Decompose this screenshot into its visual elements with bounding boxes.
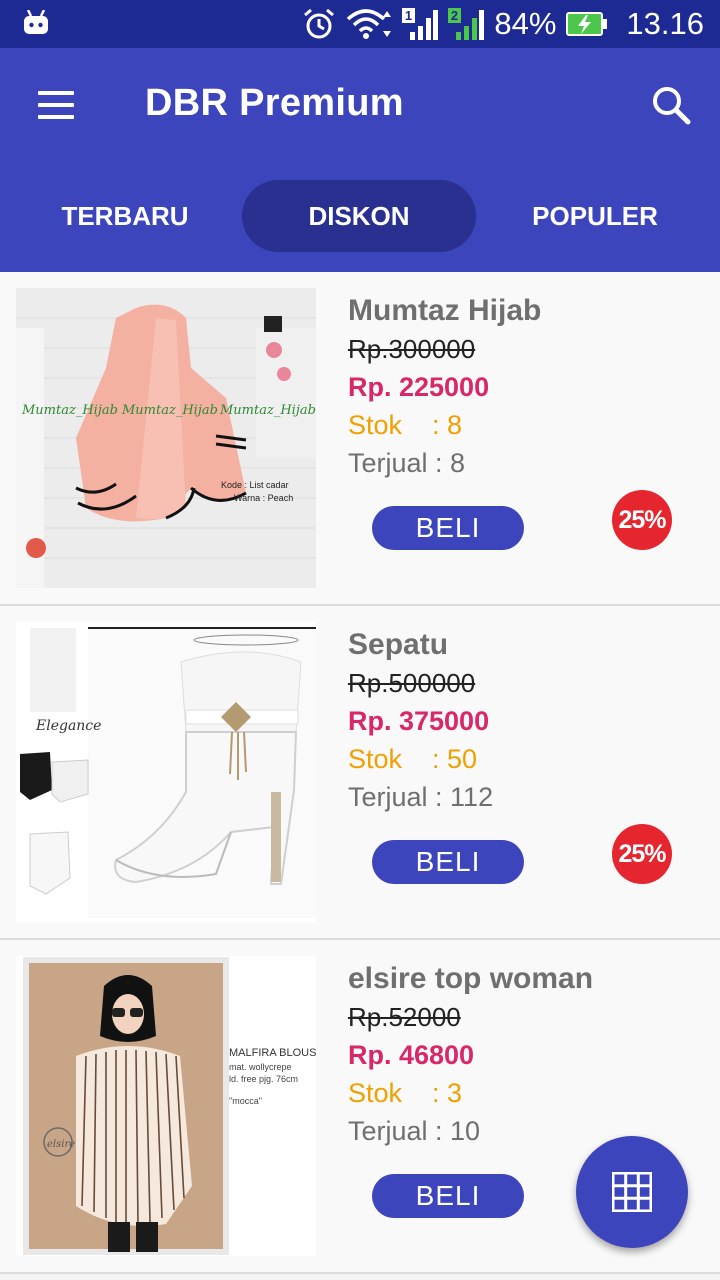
product-image[interactable]: elsire MALFIRA BLOUSE mat. wollycrepe ld… (16, 956, 316, 1256)
product-card[interactable]: Elegance Sepatu Rp.500000 Rp. 375000 Sto… (0, 606, 720, 940)
image-code-text: Kode : List cadar (221, 480, 289, 490)
product-info: Sepatu Rp.500000 Rp. 375000 Stok : 50 Te… (348, 626, 493, 816)
image-size-text: ld. free pjg. 76cm (229, 1074, 298, 1084)
product-info: Mumtaz Hijab Rp.300000 Rp. 225000 Stok :… (348, 292, 541, 482)
grid-icon (612, 1172, 652, 1212)
buy-button[interactable]: BELI (372, 506, 524, 550)
image-color-text: "mocca" (229, 1096, 262, 1106)
sold-count: Terjual : 112 (348, 782, 494, 812)
image-watermark: Mumtaz_Hijab (121, 403, 218, 418)
hamburger-icon (38, 91, 74, 95)
sold-count: Terjual : 8 (348, 448, 466, 478)
battery-percent: 84% (494, 6, 557, 41)
sold-count: Terjual : 10 (348, 1116, 481, 1146)
tab-bar: TERBARU DISKON POPULER (0, 180, 720, 252)
image-watermark: Mumtaz_Hijab (21, 403, 118, 418)
status-bar: 1 2 84% 13.16 (0, 0, 720, 48)
buy-button[interactable]: BELI (372, 840, 524, 884)
clock-time: 13.16 (626, 6, 704, 41)
signal-sim1-icon: 1 (402, 6, 439, 42)
stock-count: Stok : 50 (348, 744, 478, 774)
tab-terbaru[interactable]: TERBARU (8, 180, 242, 252)
menu-button[interactable] (28, 82, 84, 128)
signal-sim2-icon: 2 (448, 6, 485, 42)
product-card[interactable]: Mumtaz_Hijab Mumtaz_Hijab Mumtaz_Hijab K… (0, 272, 720, 606)
image-watermark: Mumtaz_Hijab (219, 403, 316, 418)
hamburger-icon-line (38, 115, 74, 119)
sim1-label: 1 (405, 8, 412, 23)
app-bar: DBR Premium TERBARU DISKON POPULER (0, 48, 720, 272)
original-price: Rp.52000 (348, 1002, 461, 1032)
battery-charging-icon (566, 11, 608, 37)
image-watermark: Elegance (35, 718, 101, 734)
android-icon (24, 10, 48, 34)
discount-price: Rp. 375000 (348, 706, 490, 736)
product-image[interactable]: Elegance (16, 622, 316, 922)
tab-populer[interactable]: POPULER (478, 180, 712, 252)
stock-count: Stok : 8 (348, 410, 463, 440)
buy-button[interactable]: BELI (372, 1174, 524, 1218)
wifi-icon (346, 7, 392, 41)
original-price: Rp.500000 (348, 668, 476, 698)
sim2-label: 2 (451, 8, 458, 23)
image-material-text: mat. wollycrepe (229, 1062, 292, 1072)
product-image[interactable]: Mumtaz_Hijab Mumtaz_Hijab Mumtaz_Hijab K… (16, 288, 316, 588)
grid-view-button[interactable] (576, 1136, 688, 1248)
original-price: Rp.300000 (348, 334, 476, 364)
product-info: elsire top woman Rp.52000 Rp. 46800 Stok… (348, 960, 593, 1150)
image-watermark: elsire (47, 1139, 75, 1150)
search-button[interactable] (648, 82, 696, 130)
image-title-text: MALFIRA BLOUSE (229, 1047, 316, 1059)
app-title: DBR Premium (145, 82, 404, 124)
product-name: Mumtaz Hijab (348, 294, 542, 327)
image-color-text: Warna : Peach (234, 493, 293, 503)
product-name: elsire top woman (348, 962, 594, 995)
search-icon (653, 87, 691, 125)
product-name: Sepatu (348, 628, 449, 661)
discount-badge: 25% (612, 490, 672, 550)
discount-price: Rp. 46800 (348, 1040, 475, 1070)
hamburger-icon-line (38, 103, 74, 107)
discount-badge: 25% (612, 824, 672, 884)
stock-count: Stok : 3 (348, 1078, 463, 1108)
tab-diskon[interactable]: DISKON (242, 180, 476, 252)
discount-price: Rp. 225000 (348, 372, 490, 402)
product-list: Mumtaz_Hijab Mumtaz_Hijab Mumtaz_Hijab K… (0, 272, 720, 1274)
alarm-icon (302, 7, 336, 41)
